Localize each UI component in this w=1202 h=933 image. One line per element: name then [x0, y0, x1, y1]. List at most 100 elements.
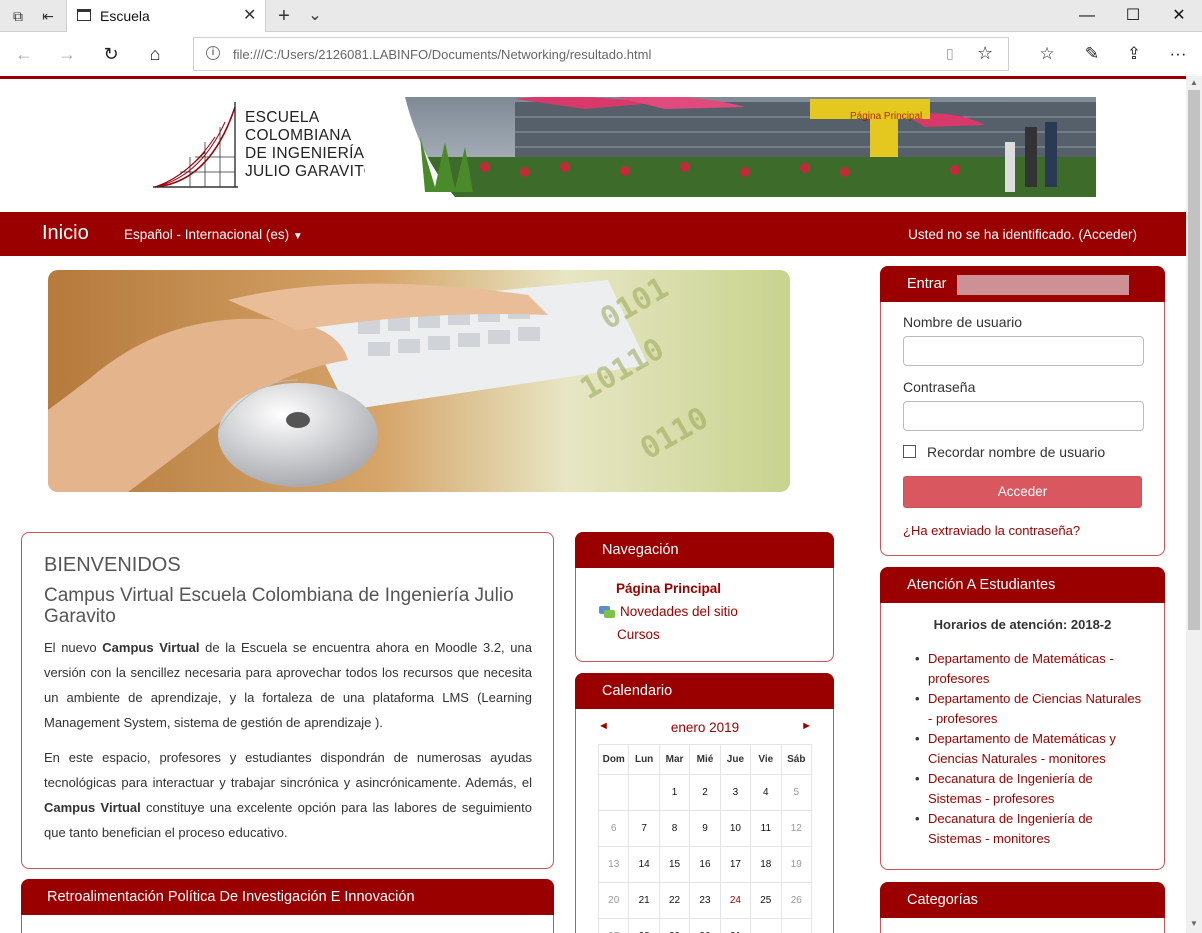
scroll-down-icon[interactable]: ▼ [1189, 919, 1199, 929]
favorite-star-icon[interactable]: ☆ [977, 43, 993, 64]
username-label: Nombre de usuario [903, 314, 1023, 330]
calendar-day: 21 [628, 882, 660, 919]
attention-link[interactable]: Departamento de Matemáticas y Ciencias N… [915, 729, 1145, 769]
share-icon[interactable]: ⇪ [1122, 43, 1146, 65]
banner-label: Página Principal [850, 111, 923, 122]
reading-view-icon[interactable]: ▯ [946, 45, 954, 62]
login-block: Entrar Nombre de usuario Contraseña Reco… [880, 266, 1165, 556]
calendar-day: 28 [628, 918, 660, 933]
attention-links-list: Departamento de Matemáticas - profesores… [915, 649, 1145, 849]
nav-news-link[interactable]: Novedades del sitio [620, 604, 738, 619]
password-label: Contraseña [903, 379, 976, 395]
login-button[interactable]: Acceder [903, 476, 1142, 508]
student-attention-title: Atención A Estudiantes [880, 567, 1165, 603]
calendar-day: 6 [597, 810, 630, 847]
categories-title: Categorías [880, 882, 1165, 918]
logo-line: ESCUELA [245, 109, 320, 126]
forward-icon[interactable]: → [55, 43, 79, 65]
weekday-header: Lun [628, 744, 660, 775]
student-attention-block: Atención A Estudiantes Horarios de atenc… [880, 567, 1165, 870]
login-status-link[interactable]: Usted no se ha identificado. (Acceder) [908, 227, 1137, 242]
welcome-paragraph-2: En este espacio, profesores y estudiante… [44, 750, 532, 840]
weekday-header: Dom [597, 744, 630, 775]
remember-username-label: Recordar nombre de usuario [927, 444, 1106, 460]
scroll-thumb[interactable] [1188, 90, 1200, 630]
url-field[interactable]: i file:///C:/Users/2126081.LABINFO/Docum… [193, 37, 1009, 71]
calendar-day: 14 [628, 846, 660, 883]
language-label: Español - Internacional (es) [124, 227, 290, 242]
logo-text: ESCUELA COLOMBIANA DE INGENIERÍA JULIO G… [245, 109, 376, 181]
caret-down-icon: ▼ [292, 231, 303, 242]
tab-list-chevron-icon[interactable]: ⌄ [305, 6, 325, 26]
browser-tab[interactable]: Escuela ✕ [66, 0, 266, 32]
web-page: ESCUELA COLOMBIANA DE INGENIERÍA JULIO G… [0, 79, 1186, 933]
refresh-icon[interactable]: ↻ [99, 43, 123, 65]
calendar-day [628, 774, 660, 811]
more-menu-button[interactable]: ··· [1166, 43, 1190, 65]
weekday-header: Mié [689, 744, 721, 775]
hero-image-keyboard-mouse: 0101 10110 0110 [48, 270, 790, 492]
calendar-day: 19 [780, 846, 813, 883]
close-tab-button[interactable]: ✕ [243, 5, 256, 25]
favorites-icon[interactable]: ☆ [1035, 43, 1059, 65]
pen-icon[interactable]: ✎ [1080, 43, 1104, 65]
calendar-day: 3 [719, 774, 752, 811]
calendar-day: 23 [689, 882, 721, 919]
calendar-day: 2 [689, 774, 721, 811]
calendar-day-event[interactable]: 24 [719, 882, 752, 919]
prev-month-icon[interactable]: ◄ [598, 720, 609, 732]
scrollbar[interactable]: ▲ ▼ [1186, 76, 1202, 933]
forgot-password-link[interactable]: ¿Ha extraviado la contraseña? [903, 523, 1080, 538]
logo-graphic [153, 102, 238, 188]
categories-block: Categorías [880, 882, 1165, 933]
next-month-icon[interactable]: ► [801, 720, 812, 732]
language-dropdown[interactable]: Español - Internacional (es) ▼ [124, 227, 303, 242]
attention-link[interactable]: Departamento de Ciencias Naturales - pro… [915, 689, 1145, 729]
watermark-overlay [957, 275, 1129, 295]
attention-link[interactable]: Decanatura de Ingeniería de Sistemas - m… [915, 809, 1145, 849]
scroll-up-icon[interactable]: ▲ [1189, 78, 1199, 88]
calendar-month-header: ◄ enero 2019 ► [598, 720, 812, 740]
username-input[interactable] [903, 336, 1144, 366]
calendar-day: 25 [750, 882, 782, 919]
forum-icon [599, 606, 615, 620]
weekday-header: Sáb [780, 744, 813, 775]
campus-banner-image: Página Principal [365, 97, 1096, 197]
info-icon[interactable]: i [206, 46, 220, 60]
logo-line: DE INGENIERÍA [245, 145, 365, 162]
password-input[interactable] [903, 401, 1144, 431]
calendar-day: 30 [689, 918, 721, 933]
minimize-button[interactable]: — [1064, 2, 1110, 30]
calendar-day: 7 [628, 810, 660, 847]
new-tab-button[interactable]: + [274, 6, 294, 26]
home-brand-link[interactable]: Inicio [42, 222, 89, 245]
close-window-button[interactable]: ✕ [1156, 2, 1202, 30]
home-icon[interactable]: ⌂ [143, 43, 167, 65]
calendar-day: 22 [658, 882, 691, 919]
set-tabs-aside-icon[interactable]: ⇤ [38, 6, 58, 26]
calendar-day: 5 [780, 774, 813, 811]
calendar-day [597, 774, 630, 811]
logo-line: JULIO GARAVITO [245, 163, 377, 180]
nav-home-link[interactable]: Página Principal [616, 581, 721, 596]
remember-username-checkbox[interactable] [903, 445, 916, 458]
calendar-day: 31 [719, 918, 752, 933]
maximize-button[interactable]: ☐ [1110, 2, 1156, 30]
calendar-block: Calendario ◄ enero 2019 ► Dom Lun Mar Mi… [575, 673, 834, 933]
calendar-day: 8 [658, 810, 691, 847]
page-icon [77, 9, 91, 21]
calendar-day: 4 [750, 774, 782, 811]
nav-courses-link[interactable]: Cursos [617, 627, 660, 642]
calendar-day: 27 [597, 918, 630, 933]
school-logo[interactable]: ESCUELA COLOMBIANA DE INGENIERÍA JULIO G… [150, 97, 380, 192]
back-icon[interactable]: ← [12, 43, 36, 65]
calendar-month: enero 2019 [670, 720, 740, 735]
attention-link[interactable]: Decanatura de Ingeniería de Sistemas - p… [915, 769, 1145, 809]
welcome-title: BIENVENIDOS [44, 554, 181, 576]
attention-link[interactable]: Departamento de Matemáticas - profesores [915, 649, 1145, 689]
tab-preview-icon[interactable]: ⧉ [8, 6, 28, 26]
calendar-day [750, 918, 782, 933]
url-text[interactable]: file:///C:/Users/2126081.LABINFO/Documen… [233, 47, 651, 62]
weekday-header: Jue [719, 744, 752, 775]
calendar-day: 29 [658, 918, 691, 933]
